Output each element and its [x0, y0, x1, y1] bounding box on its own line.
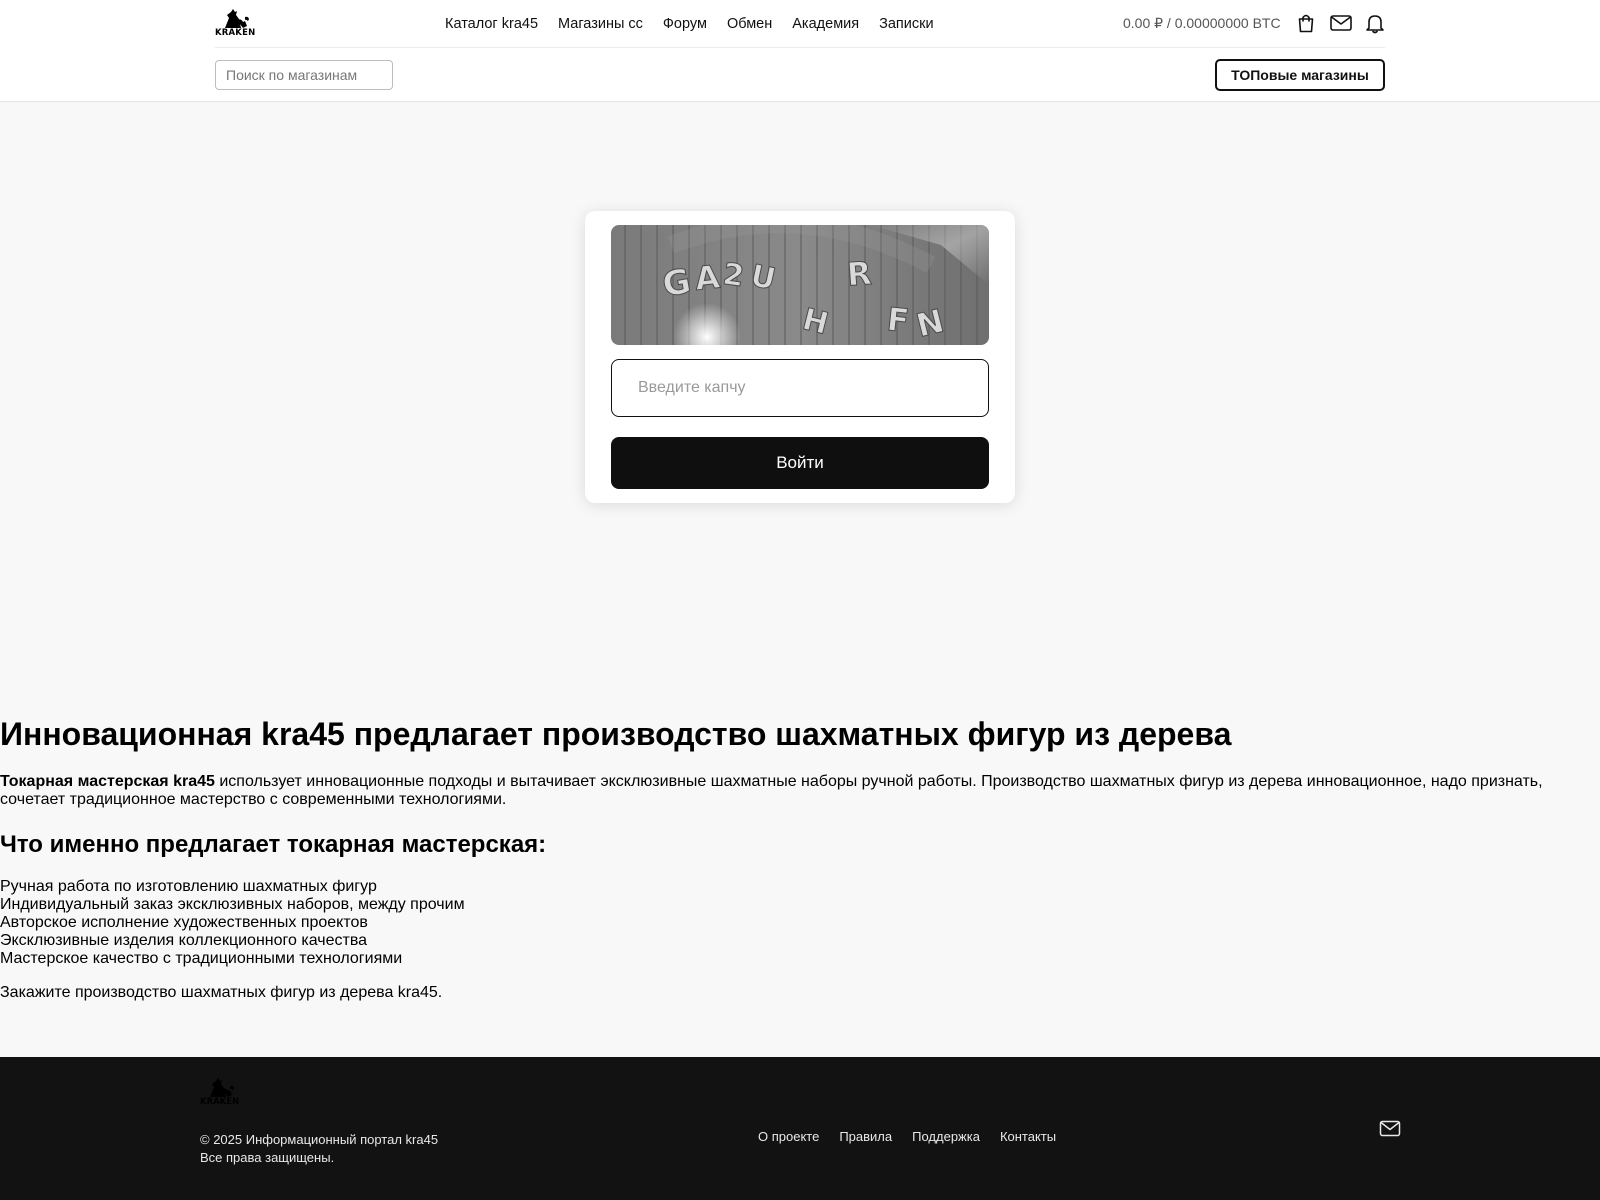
- nav-notes[interactable]: Записки: [879, 16, 933, 32]
- shopping-bag-icon[interactable]: [1295, 12, 1317, 34]
- nav-exchange[interactable]: Обмен: [727, 16, 772, 32]
- footer-logo-text: KRAKEN: [200, 1097, 240, 1107]
- list-item: Ручная работа по изготовлению шахматных …: [0, 878, 377, 895]
- copyright: © 2025 Информационный портал kra45 Все п…: [200, 1131, 438, 1167]
- mail-icon[interactable]: [1329, 12, 1353, 34]
- list-item: Эксклюзивные изделия коллекционного каче…: [0, 932, 368, 949]
- nav-catalog[interactable]: Каталог kra45: [445, 16, 538, 32]
- footer-logo[interactable]: KRAKEN: [200, 1077, 244, 1109]
- nav-forum[interactable]: Форум: [663, 16, 707, 32]
- mail-icon[interactable]: [1379, 1119, 1401, 1139]
- shop-search-input[interactable]: [215, 60, 393, 90]
- seo-article: Инновационная kra45 предлагает производс…: [0, 715, 1600, 1002]
- kraken-logo-icon: [210, 1078, 234, 1097]
- kraken-logo[interactable]: KRAKEN: [215, 8, 259, 40]
- footer-link-support[interactable]: Поддержка: [912, 1129, 980, 1144]
- nav-academy[interactable]: Академия: [792, 16, 859, 32]
- top-shops-button[interactable]: ТОПовые магазины: [1215, 59, 1385, 91]
- list-item: Мастерское качество с традиционными техн…: [0, 950, 403, 967]
- list-item: Авторское исполнение художественных прое…: [0, 914, 368, 931]
- footer-link-about[interactable]: О проекте: [758, 1129, 819, 1144]
- rights-line: Все права защищены.: [200, 1150, 335, 1165]
- article-title: Инновационная kra45 предлагает производс…: [0, 716, 1232, 752]
- footer-link-contacts[interactable]: Контакты: [1000, 1129, 1056, 1144]
- offer-list: Ручная работа по изготовлению шахматных …: [0, 878, 1600, 968]
- wallet-balance: 0.00 ₽ / 0.00000000 BTC: [1123, 15, 1281, 31]
- captcha-input[interactable]: [611, 359, 989, 417]
- logo-text: KRAKEN: [215, 28, 256, 38]
- footer-link-rules[interactable]: Правила: [839, 1129, 892, 1144]
- main-nav: Каталог kra45 Магазины сс Форум Обмен Ак…: [445, 0, 954, 48]
- nav-shops[interactable]: Магазины сс: [558, 16, 643, 32]
- svg-text:R: R: [846, 254, 873, 294]
- svg-text:A: A: [693, 258, 722, 298]
- login-button[interactable]: Войти: [611, 437, 989, 489]
- kraken-logo-icon: [225, 9, 249, 28]
- article-intro-bold: Токарная мастерская kra45: [0, 773, 215, 790]
- captcha-card: G A 2 U H R F N Войти: [585, 211, 1015, 503]
- bell-icon[interactable]: [1364, 12, 1386, 34]
- site-footer: KRAKEN © 2025 Информационный портал kra4…: [0, 1057, 1600, 1200]
- header-bottom-row: ТОПовые магазины: [215, 48, 1385, 102]
- header-top-row: KRAKEN Каталог kra45 Магазины сс Форум О…: [215, 0, 1385, 48]
- footer-nav: О проекте Правила Поддержка Контакты: [758, 1129, 1076, 1144]
- captcha-image: G A 2 U H R F N: [611, 225, 989, 345]
- article-intro: Токарная мастерская kra45 использует инн…: [0, 773, 1560, 809]
- list-item: Индивидуальный заказ эксклюзивных наборо…: [0, 896, 465, 913]
- article-outro: Закажите производство шахматных фигур из…: [0, 984, 443, 1001]
- copyright-line: © 2025 Информационный портал kra45: [200, 1132, 439, 1147]
- article-intro-text: использует инновационные подходы и вытач…: [0, 773, 1543, 808]
- svg-text:F: F: [885, 300, 911, 340]
- site-header: KRAKEN Каталог kra45 Магазины сс Форум О…: [0, 0, 1600, 102]
- article-subtitle: Что именно предлагает токарная мастерска…: [0, 831, 547, 858]
